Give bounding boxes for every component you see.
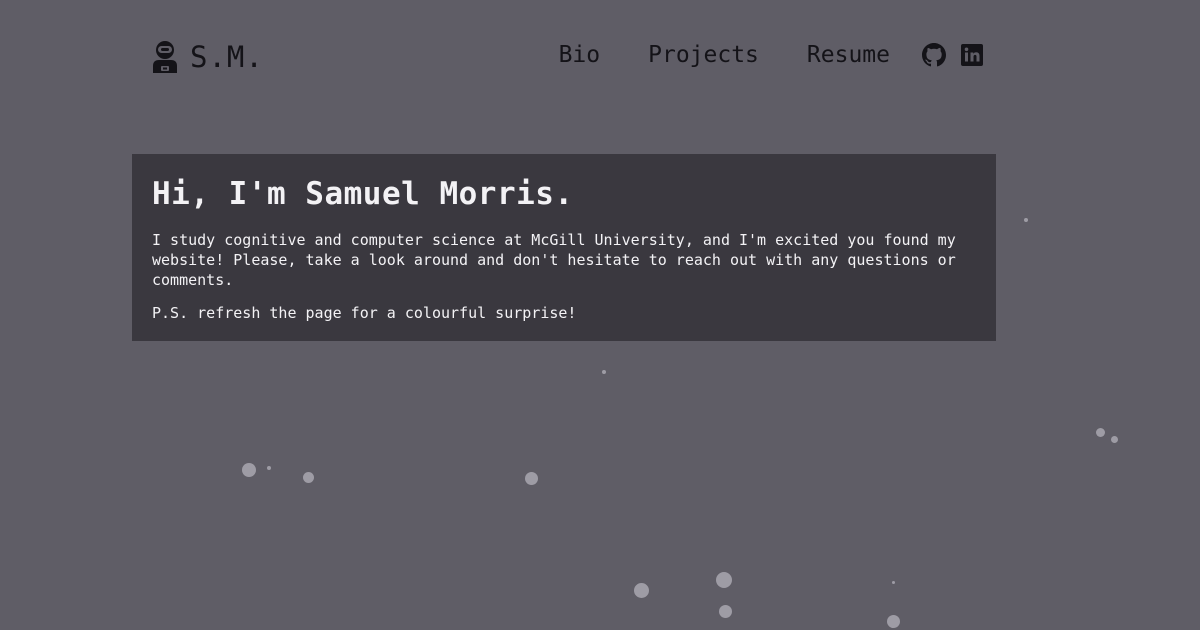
particle-dot [1096,428,1105,437]
nav-links: Bio Projects Resume [559,42,984,68]
github-link[interactable] [922,43,946,67]
intro-card: Hi, I'm Samuel Morris. I study cognitive… [132,154,996,341]
nav-link-bio[interactable]: Bio [559,42,601,68]
linkedin-icon [961,44,983,66]
particle-dot [602,370,606,374]
nav-link-projects[interactable]: Projects [648,42,759,68]
particle-dot [267,466,271,470]
particle-dot [303,472,314,483]
logo-home-link[interactable]: S.M. [150,40,264,74]
astronaut-icon [153,41,177,73]
particle-dot [634,583,649,598]
particle-dot [1024,218,1028,222]
hero-intro-text: I study cognitive and computer science a… [152,231,956,289]
particle-dot [892,581,895,584]
nav-link-resume[interactable]: Resume [807,42,890,68]
particle-dot [525,472,538,485]
logo-text: S.M. [190,40,264,74]
particle-dot [716,572,732,588]
hero-title: Hi, I'm Samuel Morris. [152,176,574,212]
top-nav: S.M. Bio Projects Resume [150,38,984,78]
hero-ps-text: P.S. refresh the page for a colourful su… [152,304,577,322]
particle-dot [887,615,900,628]
particle-dot [719,605,732,618]
github-icon [922,43,946,67]
particle-dot [1111,436,1118,443]
linkedin-link[interactable] [960,43,984,67]
particle-dot [242,463,256,477]
